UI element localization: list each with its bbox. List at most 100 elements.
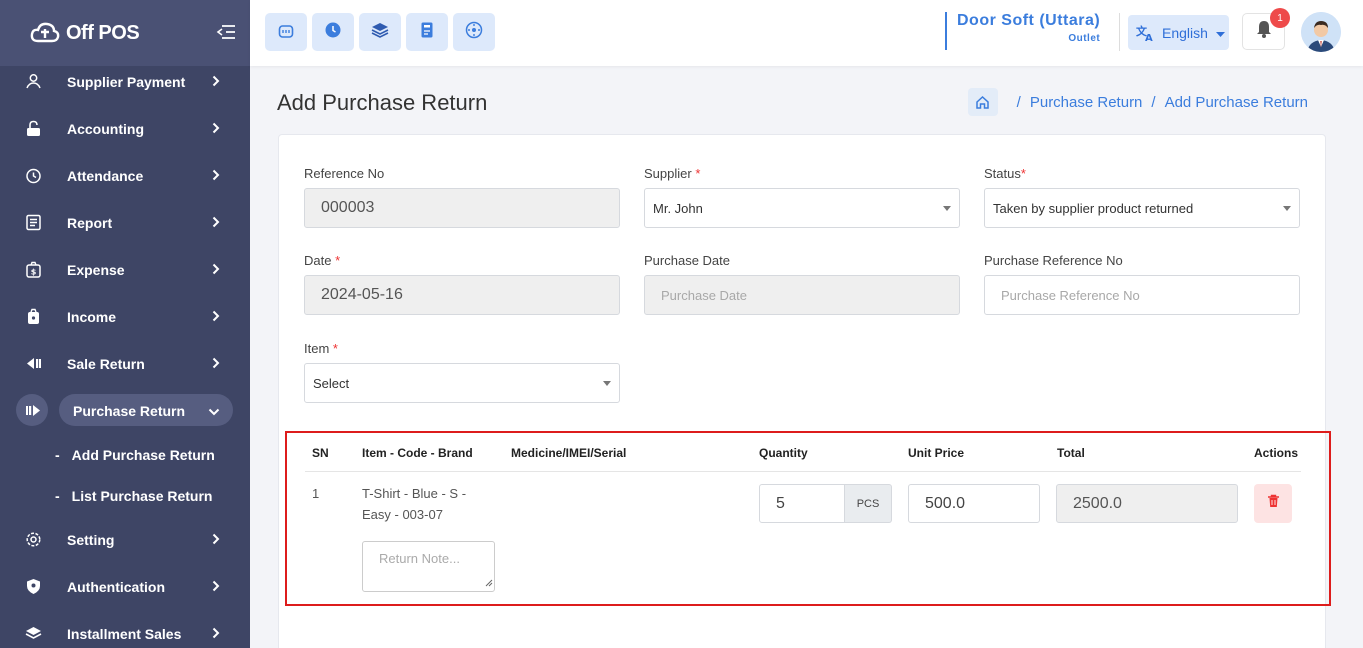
sidebar-subitem-label: List Purchase Return — [71, 487, 213, 504]
column-header-quantity: Quantity — [759, 446, 808, 460]
purchase-reference-no-field: Purchase Reference No Purchase Reference… — [984, 253, 1300, 315]
translate-icon: 文A — [1136, 24, 1156, 42]
sidebar: Off POS Supplier Payment Accounting Atte… — [0, 0, 250, 648]
date-field: Date * 2024-05-16 — [304, 253, 620, 315]
caret-down-icon — [1215, 25, 1225, 41]
sidebar-nav: Supplier Payment Accounting Attendance R… — [0, 58, 250, 648]
trash-icon — [1267, 494, 1280, 513]
row-sn: 1 — [312, 486, 320, 501]
sidebar-item-attendance[interactable]: Attendance — [0, 152, 250, 199]
status-field: Status* Taken by supplier product return… — [984, 166, 1300, 228]
sidebar-item-label: Installment Sales — [67, 625, 182, 642]
total-input: 2500.0 — [1056, 484, 1238, 523]
sidebar-subitem-label: Add Purchase Return — [71, 446, 215, 463]
chevron-right-icon — [212, 215, 220, 231]
page-title: Add Purchase Return — [277, 90, 488, 115]
column-header-total: Total — [1057, 446, 1085, 460]
svg-text:A: A — [1145, 33, 1153, 42]
unit-price-input[interactable]: 500.0 — [908, 484, 1040, 523]
sidebar-item-report[interactable]: Report — [0, 199, 250, 246]
sidebar-item-purchase-return[interactable]: Purchase Return — [0, 387, 250, 434]
status-label: Status — [984, 166, 1021, 181]
store-icon — [277, 21, 295, 44]
sidebar-item-label: Supplier Payment — [67, 73, 186, 90]
row-item-line2: Easy - 003-07 — [362, 507, 443, 522]
supplier-select[interactable]: Mr. John — [644, 188, 960, 228]
sidebar-item-setting[interactable]: Setting — [0, 516, 250, 563]
app-logo[interactable]: Off POS — [30, 20, 140, 46]
reference-no-input[interactable]: 000003 — [304, 188, 620, 228]
purchase-reference-no-input[interactable]: Purchase Reference No — [984, 275, 1300, 315]
language-selector[interactable]: 文A English — [1128, 15, 1229, 50]
language-label: English — [1162, 24, 1208, 41]
item-label: Item — [304, 341, 330, 356]
sidebar-item-income[interactable]: Income — [0, 293, 250, 340]
outlet-label: Outlet — [1068, 33, 1101, 44]
column-header-unit-price: Unit Price — [908, 446, 965, 460]
return-note-placeholder: Return Note... — [379, 551, 460, 566]
sale-return-icon — [24, 355, 42, 373]
column-header-serial: Medicine/IMEI/Serial — [511, 446, 627, 460]
sidebar-item-authentication[interactable]: Authentication — [0, 563, 250, 610]
chevron-right-icon — [212, 74, 220, 90]
column-header-actions: Actions — [1254, 446, 1299, 460]
chevron-right-icon — [212, 579, 220, 595]
sidebar-item-label: Purchase Return — [73, 402, 186, 419]
collapse-sidebar-icon[interactable] — [216, 22, 236, 47]
row-item-line1: T-Shirt - Blue - S - — [362, 486, 467, 501]
return-note-textarea[interactable]: Return Note... — [362, 541, 495, 592]
chevron-right-icon — [212, 121, 220, 137]
lock-icon — [24, 120, 42, 138]
quick-clock-button[interactable] — [312, 13, 354, 51]
purchase-date-field: Purchase Date Purchase Date — [644, 253, 960, 315]
divider — [1119, 13, 1120, 51]
sidebar-item-sale-return[interactable]: Sale Return — [0, 340, 250, 387]
chevron-right-icon — [212, 356, 220, 372]
quick-dashboard-button[interactable] — [453, 13, 495, 51]
quick-layers-button[interactable] — [359, 13, 401, 51]
layers-icon — [371, 21, 389, 44]
layers-icon — [24, 625, 42, 643]
brand-bar: Off POS — [0, 0, 250, 66]
chevron-right-icon — [212, 168, 220, 184]
sidebar-item-label: Income — [67, 308, 117, 325]
breadcrumb-link-purchase-return[interactable]: Purchase Return — [1030, 94, 1143, 111]
purchase-return-icon — [24, 402, 42, 420]
resize-grip-icon[interactable] — [485, 575, 493, 590]
sidebar-subitem-list-purchase-return[interactable]: - List Purchase Return — [0, 475, 250, 516]
item-select[interactable]: Select — [304, 363, 620, 403]
user-avatar[interactable] — [1301, 12, 1341, 52]
item-field: Item * Select — [304, 341, 620, 403]
purchase-reference-no-label: Purchase Reference No — [984, 253, 1123, 268]
sidebar-item-supplier-payment[interactable]: Supplier Payment — [0, 58, 250, 105]
gear-icon — [24, 531, 42, 549]
delete-row-button[interactable] — [1254, 484, 1292, 523]
sidebar-subitem-add-purchase-return[interactable]: - Add Purchase Return — [0, 434, 250, 475]
purchase-date-input[interactable]: Purchase Date — [644, 275, 960, 315]
sidebar-item-label: Sale Return — [67, 355, 145, 372]
status-select[interactable]: Taken by supplier product returned — [984, 188, 1300, 228]
quick-calculator-button[interactable] — [406, 13, 448, 51]
sidebar-item-accounting[interactable]: Accounting — [0, 105, 250, 152]
sidebar-item-expense[interactable]: $ Expense — [0, 246, 250, 293]
notification-badge: 1 — [1270, 8, 1290, 28]
chevron-right-icon — [212, 262, 220, 278]
supplier-field: Supplier * Mr. John — [644, 166, 960, 228]
outlet-indicator[interactable]: Door Soft (Uttara) Outlet — [945, 12, 1100, 50]
date-label: Date — [304, 253, 332, 268]
supplier-label: Supplier — [644, 166, 692, 181]
expense-icon: $ — [24, 261, 42, 279]
sidebar-item-installment-sales[interactable]: Installment Sales — [0, 610, 250, 648]
date-input[interactable]: 2024-05-16 — [304, 275, 620, 315]
sidebar-item-label: Accounting — [67, 120, 144, 137]
required-mark: * — [335, 253, 341, 268]
notifications-button[interactable]: 1 — [1242, 8, 1290, 50]
income-icon — [24, 308, 42, 326]
required-mark: * — [1020, 166, 1026, 181]
report-icon — [24, 214, 42, 232]
home-icon[interactable] — [967, 88, 998, 116]
quantity-input[interactable]: 5 — [759, 484, 845, 523]
sidebar-item-label: Report — [67, 214, 113, 231]
top-bar: Door Soft (Uttara) Outlet 文A English 1 — [250, 0, 1363, 66]
quick-store-button[interactable] — [265, 13, 307, 51]
